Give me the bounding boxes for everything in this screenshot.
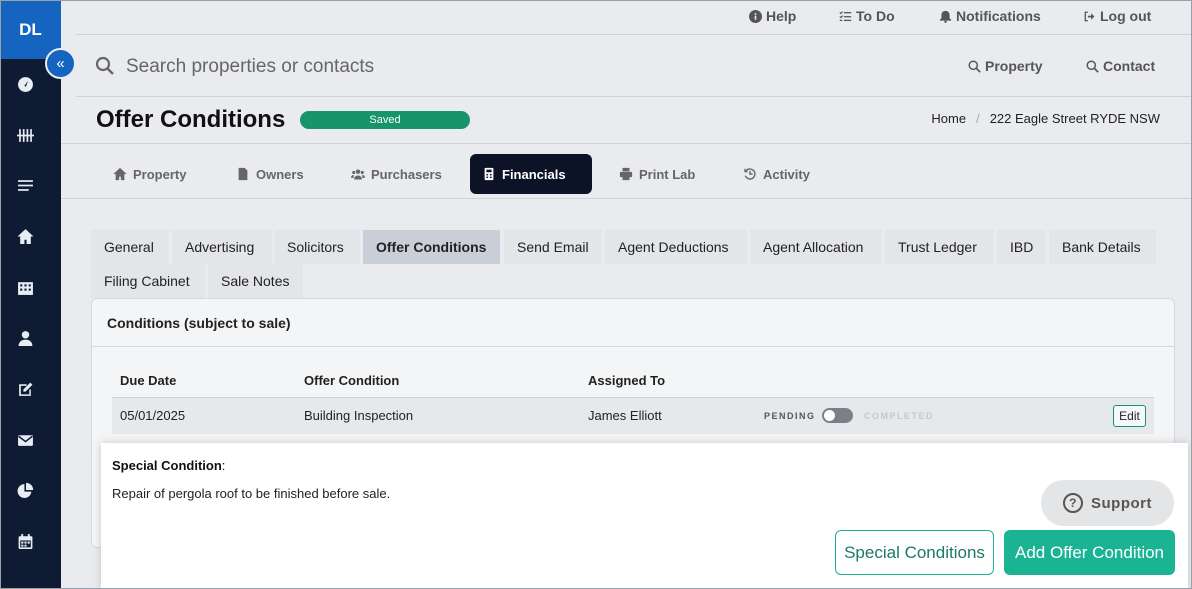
tab-financials-label: Financials [502,166,566,182]
support-label: Support [1091,494,1152,512]
breadcrumb-separator: / [976,111,980,126]
add-offer-condition-button[interactable]: Add Offer Condition [1004,530,1175,575]
conditions-card-header: Conditions (subject to sale) [92,299,1174,347]
top-bar: Help To Do Notifications Log out [76,0,1191,35]
checklist-icon [839,10,852,21]
dashboard-icon[interactable] [14,73,36,95]
column-header-due-date: Due Date [120,373,177,388]
edit-icon[interactable] [14,378,36,400]
tab-financials[interactable]: Financials [470,154,592,194]
breadcrumb: Home / 222 Eagle Street RYDE NSW [931,111,1160,126]
left-nav-rail: DL [0,0,61,589]
subtab-filing-cabinet[interactable]: Filing Cabinet [91,264,205,298]
row-due-date: 05/01/2025 [120,408,186,423]
notifications-link[interactable]: Notifications [939,8,1041,24]
bell-icon [939,10,952,23]
search-property-label: Property [985,58,1043,74]
row-assigned-to: James Elliott [588,408,662,423]
support-button[interactable]: ? Support [1041,480,1174,526]
info-icon [749,9,762,23]
search-icon [968,59,981,73]
search-contact-button[interactable]: Contact [1086,58,1155,74]
subtab-advertising[interactable]: Advertising [172,230,272,264]
collapse-sidebar-button[interactable]: « [45,48,76,79]
tab-print-lab-label: Print Lab [639,166,696,182]
status-badge: Saved [300,111,470,129]
special-condition-label: Special Condition: [112,458,225,473]
calculator-icon [484,167,494,181]
breadcrumb-current: 222 Eagle Street RYDE NSW [989,111,1160,126]
question-circle-icon: ? [1063,493,1083,513]
history-icon [744,168,756,180]
tab-purchasers[interactable]: Purchasers [339,154,454,194]
subtab-send-email[interactable]: Send Email [504,230,602,264]
breadcrumb-home[interactable]: Home [931,111,966,126]
tab-activity-label: Activity [763,166,810,182]
home-icon[interactable] [14,225,36,247]
subtab-solicitors[interactable]: Solicitors [274,230,360,264]
table-row: 05/01/2025 Building Inspection James Ell… [112,398,1154,434]
mail-icon[interactable] [14,429,36,451]
calendar-icon[interactable] [14,530,36,552]
building-icon[interactable] [14,276,36,298]
subtab-offer-conditions[interactable]: Offer Conditions [363,230,500,264]
search-input[interactable] [126,54,626,80]
tab-owners[interactable]: Owners [224,154,316,194]
subtab-sale-notes[interactable]: Sale Notes [208,264,303,298]
edit-button[interactable]: Edit [1113,405,1146,427]
search-property-button[interactable]: Property [968,58,1043,74]
column-header-offer-condition: Offer Condition [304,373,400,388]
pie-chart-icon[interactable] [14,479,36,501]
tab-purchasers-label: Purchasers [371,166,442,182]
notifications-label: Notifications [956,8,1041,24]
conditions-card-title: Conditions (subject to sale) [107,315,291,331]
printer-icon [619,167,633,181]
help-label: Help [766,8,797,24]
subtab-agent-deductions[interactable]: Agent Deductions [605,230,747,264]
home-icon [113,167,127,181]
search-icon [1086,59,1099,73]
subtab-bank-details[interactable]: Bank Details [1049,230,1156,264]
page-title: Offer Conditions [96,106,286,133]
todo-label: To Do [856,8,895,24]
row-offer-condition: Building Inspection [304,408,414,423]
users-icon [351,169,365,180]
main-tabs: Property Owners Purchasers Financials Pr… [61,143,1191,199]
status-toggle[interactable] [822,408,853,423]
document-icon [238,167,248,181]
search-contact-label: Contact [1103,58,1156,74]
help-link[interactable]: Help [749,8,796,24]
tab-print-lab[interactable]: Print Lab [607,154,707,194]
double-chevron-left-icon: « [56,55,65,72]
tab-activity[interactable]: Activity [731,154,822,194]
contact-person-icon[interactable] [14,327,36,349]
logout-icon [1084,11,1095,21]
subtab-general[interactable]: General [91,230,169,264]
column-header-assigned-to: Assigned To [588,373,666,388]
logout-link[interactable]: Log out [1083,8,1151,24]
subtab-agent-allocation[interactable]: Agent Allocation [750,230,882,264]
special-condition-text: Repair of pergola roof to be finished be… [112,486,391,501]
search-bar: Property Contact [76,36,1191,97]
tab-owners-label: Owners [256,166,304,182]
todo-link[interactable]: To Do [839,8,895,24]
search-icon [95,56,115,81]
list-icon[interactable] [14,174,36,196]
special-conditions-button[interactable]: Special Conditions [835,530,994,575]
tally-icon[interactable] [14,124,36,146]
subtab-ibd[interactable]: IBD [997,230,1046,264]
status-completed-label: COMPLETED [864,411,935,421]
user-initials: DL [19,19,42,39]
special-condition-colon: : [221,458,226,473]
subtab-trust-ledger[interactable]: Trust Ledger [885,230,994,264]
logout-label: Log out [1100,8,1152,24]
status-pending-label: PENDING [764,411,816,421]
special-condition-label-text: Special Condition [112,458,222,473]
tab-property[interactable]: Property [101,154,198,194]
tab-property-label: Property [133,166,187,182]
